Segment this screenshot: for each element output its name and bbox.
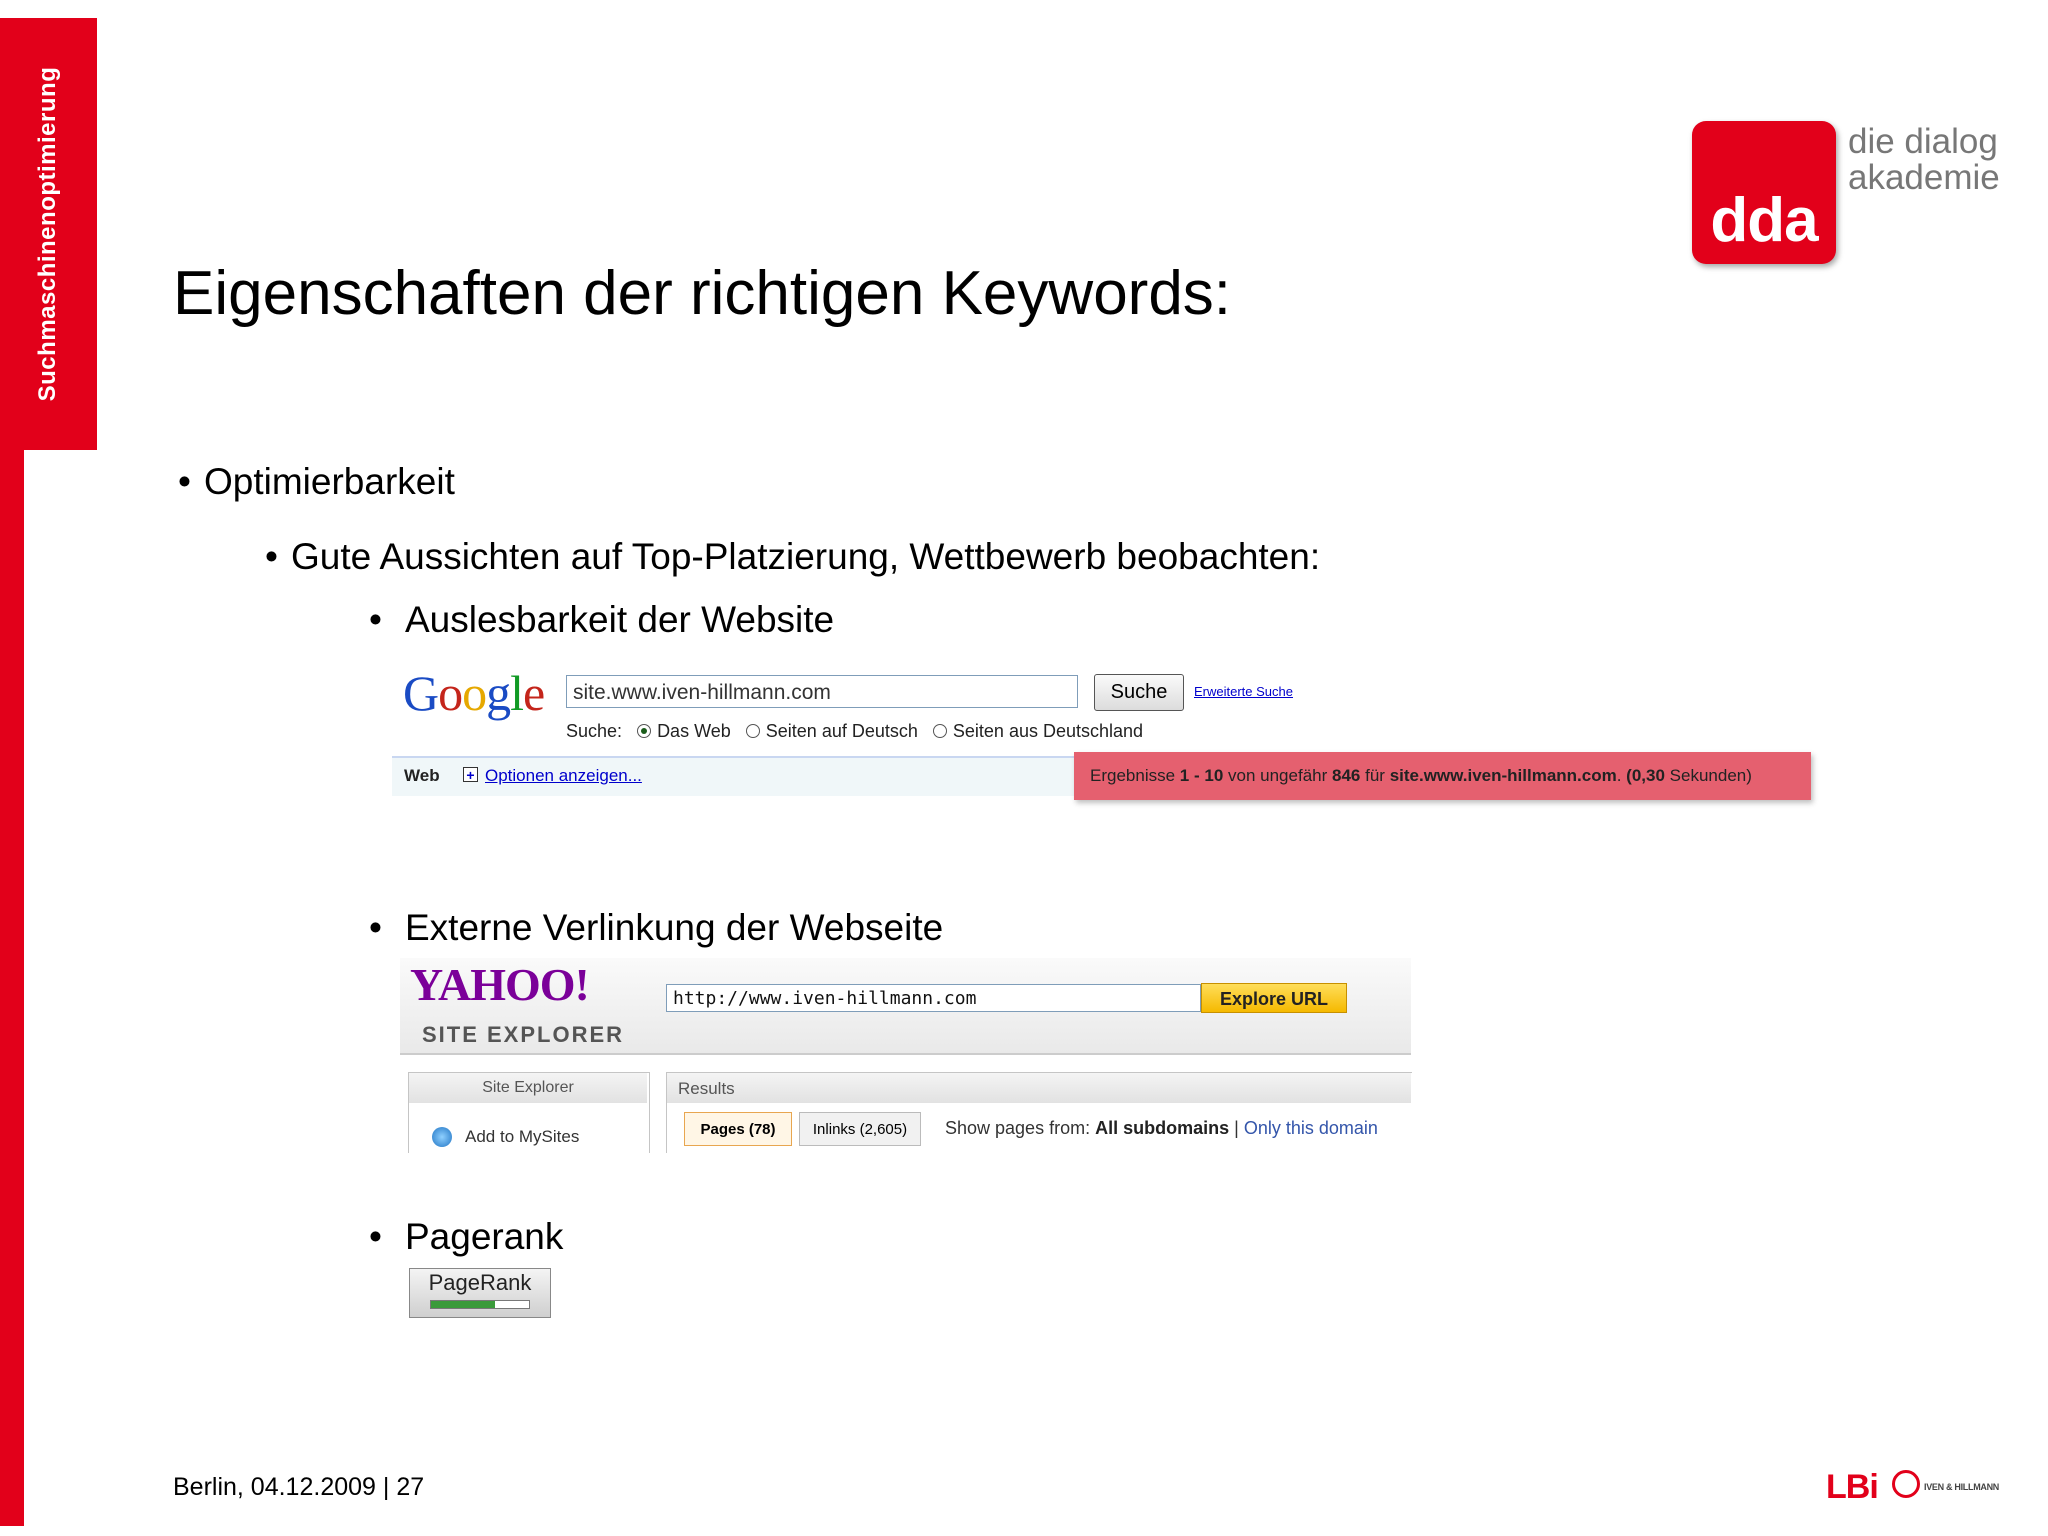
dda-logo: dda [1692,121,1836,264]
explore-url-button[interactable]: Explore URL [1201,983,1347,1013]
bullet-auslesbarkeit: • Auslesbarkeit der Website [369,599,835,640]
bullet-aussichten: • Gute Aussichten auf Top-Platzierung, We… [265,536,1321,577]
globe-add-icon[interactable] [432,1127,452,1147]
yahoo-show-pages: Show pages from: All subdomains | Only t… [945,1118,1378,1139]
google-search-button[interactable]: Suche [1094,674,1184,711]
show-pages-label: Show pages from: [945,1118,1091,1138]
radio-seiten-aus-deutschland[interactable] [932,724,947,738]
tab-pages[interactable]: Pages (78) [684,1112,792,1146]
lbi-logo: LBi [1826,1468,1879,1506]
plus-icon[interactable]: + [463,767,478,782]
yahoo-subtitle: SITE EXPLORER [422,1022,625,1047]
dda-logo-line2: akademie [1848,158,2000,197]
sidebar-label: Suchmaschinenoptimierung [34,66,61,402]
radio-seiten-auf-deutsch[interactable] [745,724,760,738]
yahoo-results-header: Results [678,1079,735,1098]
partner-logo-text: IVEN & HILLMANN [1924,1482,1999,1492]
all-subdomains-option[interactable]: All subdomains [1095,1118,1229,1138]
bullet-text: Optimierbarkeit [204,461,455,502]
dda-logo-line1: die dialog [1848,122,1998,161]
yahoo-left-header: Site Explorer [409,1073,647,1103]
bullet-text: Gute Aussichten auf Top-Platzierung, Wet… [291,536,1321,577]
google-logo: Google [403,665,545,721]
results-fuer: für [1365,766,1385,785]
google-search-label: Suche: [566,721,623,741]
separator: | [1234,1118,1239,1138]
radio-label: Seiten aus Deutschland [952,721,1144,741]
pagerank-fill [431,1301,495,1308]
partner-logo-icon [1892,1470,1920,1498]
results-count: 846 [1332,766,1361,785]
results-prefix: Ergebnisse [1090,766,1176,785]
page-title: Eigenschaften der richtigen Keywords: [173,259,1232,328]
radio-das-web[interactable] [637,724,652,738]
google-results-stats: Ergebnisse 1 - 10 von ungefähr 846 für s… [1090,766,1752,785]
results-unit: Sekunden) [1669,766,1752,785]
results-range: 1 - 10 [1179,766,1224,785]
radio-label: Das Web [657,721,731,741]
google-advanced-search-link[interactable]: Erweiterte Suche [1194,684,1293,699]
radio-label: Seiten auf Deutsch [765,721,918,741]
yahoo-logo: YAHOO! [410,959,590,1010]
results-site: site.www.iven-hillmann.com [1389,766,1617,785]
bullet-text: Auslesbarkeit der Website [405,599,835,640]
tab-inlinks[interactable]: Inlinks (2,605) [799,1112,921,1146]
yahoo-results-header-bar [667,1073,1411,1103]
yahoo-url-input[interactable]: http://www.iven-hillmann.com [666,984,1201,1012]
dda-logo-abbr: dda [1710,186,1818,255]
google-tab-web[interactable]: Web [404,766,440,786]
bullet-optimierbarkeit: • Optimierbarkeit [178,461,455,502]
only-this-domain-link[interactable]: Only this domain [1244,1118,1378,1138]
bullet-pagerank: • Pagerank [369,1216,564,1257]
bullet-text: Pagerank [405,1216,564,1257]
add-to-mysites-link[interactable]: Add to MySites [465,1127,579,1147]
google-options-link[interactable]: Optionen anzeigen... [485,766,642,786]
results-von: von ungefähr [1228,766,1328,785]
sidebar-line [0,450,24,1526]
sidebar-tab: Suchmaschinenoptimierung [0,18,97,450]
bullet-verlinkung: • Externe Verlinkung der Webseite [369,907,944,948]
footer-date-page: Berlin, 04.12.2009 | 27 [173,1473,425,1501]
results-time: (0,30 [1626,766,1665,785]
google-radio-group: Suche: Das Web Seiten auf Deutsch Seiten… [566,719,1143,743]
pagerank-label: PageRank [428,1270,532,1295]
google-search-input[interactable]: site.www.iven-hillmann.com [566,675,1078,708]
bullet-text: Externe Verlinkung der Webseite [405,907,944,948]
